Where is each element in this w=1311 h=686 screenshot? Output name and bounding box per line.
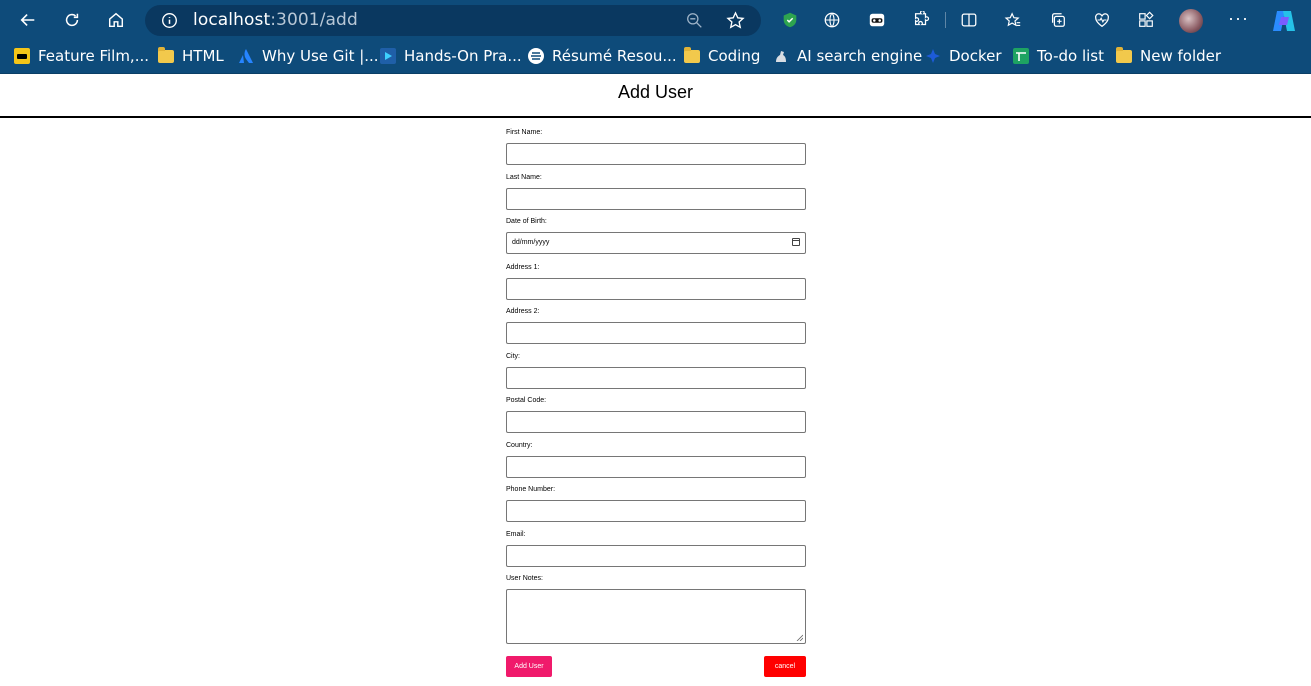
ai-icon [773,48,789,64]
bookmark-resume[interactable]: Résumé Resou... [528,46,677,66]
date-placeholder: dd/mm/yyyy [512,239,550,246]
folder-icon [158,46,174,64]
ghost-icon [869,13,885,27]
page-title: Add User [617,82,694,102]
profile-avatar[interactable] [1179,9,1203,33]
bookmark-ai-search[interactable]: AI search engine [773,46,922,66]
atlassian-icon [238,48,254,64]
browser-essentials-button[interactable] [1092,10,1112,30]
imdb-icon [14,48,30,64]
add-user-button[interactable]: Add User [506,656,552,677]
shield-icon [783,12,797,28]
collections-button[interactable] [1048,10,1068,30]
toolbar-separator [945,12,946,28]
address-1-label: Address 1: [506,264,540,271]
country-label: Country: [506,442,533,449]
bookmark-label: New folder [1140,47,1222,65]
back-button[interactable] [14,6,42,34]
docker-icon [925,48,941,64]
bookmark-docker[interactable]: Docker [925,46,1002,66]
collections-icon [1051,13,1065,27]
page-header: Add User [0,74,1311,118]
bookmark-label: Hands-On Pra... [404,47,522,65]
address-bar[interactable]: localhost:3001/add [145,5,761,36]
date-of-birth-label: Date of Birth: [506,218,547,225]
favorite-star-icon[interactable] [726,11,745,30]
phone-number-input[interactable] [506,500,806,522]
refresh-button[interactable] [58,6,86,34]
bookmark-todo-list[interactable]: To-do list [1013,46,1104,66]
last-name-input[interactable] [506,188,806,210]
address-1-input[interactable] [506,278,806,300]
back-arrow-icon [20,14,35,26]
address-2-label: Address 2: [506,308,540,315]
globe-extension[interactable] [822,10,842,30]
bookmark-why-use-git[interactable]: Why Use Git |... [238,46,379,66]
date-of-birth-input[interactable]: dd/mm/yyyy [506,232,806,254]
bookmark-label: AI search engine [797,47,923,65]
phone-number-label: Phone Number: [506,486,556,493]
postal-code-input[interactable] [506,411,806,433]
more-options-icon[interactable]: ··· [1228,8,1249,29]
postal-code-label: Postal Code: [506,397,547,404]
calendar-icon[interactable] [792,238,800,246]
home-icon [108,12,124,28]
bookmark-label: Coding [708,47,761,65]
bookmark-label: Why Use Git |... [262,47,379,65]
shield-extension[interactable] [780,10,800,30]
favorites-button[interactable] [1003,10,1023,30]
globe-icon [824,12,840,28]
home-button[interactable] [102,6,130,34]
apps-button[interactable] [1136,10,1156,30]
user-notes-label: User Notes: [506,575,543,582]
split-screen-icon [961,13,977,27]
city-input[interactable] [506,367,806,389]
url-text[interactable]: localhost:3001/add [193,10,358,30]
refresh-icon [65,13,79,27]
globe-icon [528,48,544,64]
first-name-input[interactable] [506,143,806,165]
zoom-out-icon[interactable] [686,12,703,29]
first-name-label: First Name: [506,129,543,136]
user-notes-textarea[interactable] [506,589,806,644]
email-input[interactable] [506,545,806,567]
bookmark-label: HTML [182,47,224,65]
bookmark-html[interactable]: HTML [158,46,224,66]
bookmark-new-folder[interactable]: New folder [1116,46,1221,66]
ghost-extension[interactable] [867,10,887,30]
site-info-icon[interactable] [161,12,178,29]
city-label: City: [506,353,520,360]
puzzle-icon [914,11,930,26]
apps-grid-icon [1139,11,1154,27]
heart-pulse-icon [1095,13,1109,28]
bookmark-feature-film[interactable]: Feature Film,... [14,46,149,66]
bookmark-hands-on[interactable]: Hands-On Pra... [380,46,522,66]
bookmark-label: Docker [949,47,1002,65]
bookmark-label: Feature Film,... [38,47,150,65]
resize-handle-icon[interactable] [796,634,803,641]
extensions-button[interactable] [911,10,931,30]
video-icon [380,48,396,64]
cancel-button[interactable]: cancel [764,656,806,677]
url-path: :3001/add [270,10,358,30]
folder-icon [684,46,700,64]
bookmark-label: Résumé Resou... [552,47,677,65]
browser-toolbar: localhost:3001/add ··· [0,0,1311,40]
favorites-icon [1004,12,1021,27]
bookmark-label: To-do list [1037,47,1104,65]
url-host: localhost [193,10,271,30]
sheets-icon [1013,48,1029,64]
bookmark-coding[interactable]: Coding [684,46,760,66]
split-screen-button[interactable] [959,10,979,30]
country-input[interactable] [506,456,806,478]
address-2-input[interactable] [506,322,806,344]
email-label: Email: [506,531,526,538]
copilot-icon[interactable] [1271,9,1297,33]
folder-icon [1116,46,1132,64]
last-name-label: Last Name: [506,174,542,181]
